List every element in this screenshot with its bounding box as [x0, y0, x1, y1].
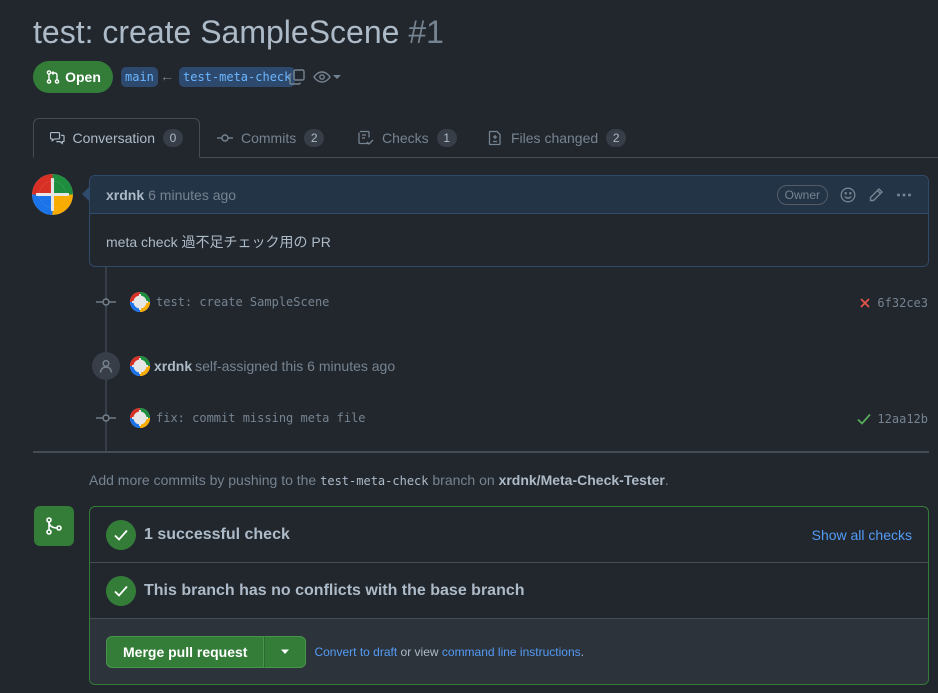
timeline-commit-row: test: create SampleScene [130, 292, 329, 312]
avatar[interactable] [130, 356, 150, 376]
comment-body: meta check 過不足チェック用の PR [106, 234, 331, 250]
commit-sha-row: 12aa12b [857, 412, 928, 426]
push-info-text: Add more commits by pushing to the test-… [89, 472, 669, 488]
info-branch: test-meta-check [320, 474, 429, 488]
tab-commits[interactable]: Commits 2 [201, 118, 340, 158]
tab-checks[interactable]: Checks 1 [342, 118, 473, 158]
info-suffix: . [664, 472, 669, 488]
show-all-checks-link[interactable]: Show all checks [812, 527, 912, 543]
commit-sha[interactable]: 6f32ce3 [877, 296, 928, 310]
tab-counter: 0 [163, 129, 183, 147]
git-commit-icon [96, 298, 116, 306]
or-view-text: or view [400, 644, 439, 659]
checks-summary-label: 1 successful check [144, 525, 290, 543]
triangle-down-icon [281, 649, 290, 654]
tab-counter: 2 [606, 129, 627, 147]
commit-message[interactable]: test: create SampleScene [156, 295, 329, 309]
commit-sha-row: 6f32ce3 [859, 296, 928, 310]
pr-state-label: Open [65, 69, 101, 85]
merge-pull-request-button[interactable]: Merge pull request [106, 635, 265, 668]
avatar[interactable] [32, 174, 73, 215]
tab-label: Conversation [72, 130, 156, 146]
timeline-commit-row: fix: commit missing meta file [130, 408, 366, 428]
file-diff-icon [488, 130, 501, 146]
pr-number: #1 [408, 14, 444, 50]
smiley-icon[interactable] [840, 187, 856, 203]
merge-box: 1 successful check Show all checks This … [89, 506, 929, 685]
tab-label: Commits [241, 130, 297, 146]
copy-icon[interactable] [288, 68, 306, 86]
check-icon [114, 585, 128, 597]
checks-summary-row[interactable]: 1 successful check Show all checks [90, 507, 928, 563]
caret-down-icon [333, 75, 341, 79]
pr-title-row: test: create SampleScene #1 [33, 14, 444, 51]
kebab-horizontal-icon[interactable] [896, 187, 912, 203]
git-merge-icon [46, 517, 62, 535]
event-text: self-assigned this 6 minutes ago [195, 358, 396, 374]
base-branch-label[interactable]: main [121, 67, 158, 87]
x-icon[interactable] [859, 297, 871, 309]
event-actor[interactable]: xrdnk [154, 358, 192, 374]
comment-header: xrdnk 6 minutes ago Owner [90, 176, 928, 214]
check-icon [114, 529, 128, 541]
merge-alt-actions: Convert to draft or view command line in… [314, 645, 584, 659]
tab-files-changed[interactable]: Files changed 2 [471, 118, 642, 158]
person-icon [99, 360, 113, 373]
git-pull-request-icon [46, 70, 60, 84]
info-middle: branch on [432, 472, 495, 488]
check-circle [106, 575, 136, 606]
checklist-icon [358, 130, 374, 145]
merge-actions: Merge pull request Convert to draft or v… [90, 619, 928, 684]
check-icon[interactable] [857, 413, 872, 425]
command-line-instructions-link[interactable]: command line instructions [442, 645, 581, 659]
watch-dropdown[interactable] [313, 69, 343, 85]
tab-counter: 2 [304, 129, 325, 147]
tab-label: Checks [382, 130, 429, 146]
timeline-divider [33, 451, 929, 453]
convert-to-draft-link[interactable]: Convert to draft [314, 645, 397, 659]
conflicts-row: This branch has no conflicts with the ba… [90, 563, 928, 619]
tab-counter: 1 [436, 129, 457, 147]
conflicts-label: This branch has no conflicts with the ba… [144, 581, 525, 599]
arrow-left-icon: ← [160, 68, 174, 84]
head-branch-label[interactable]: test-meta-check [179, 67, 296, 87]
commit-message[interactable]: fix: commit missing meta file [156, 411, 366, 425]
eye-icon [313, 71, 331, 83]
check-circle [106, 519, 136, 550]
pencil-icon[interactable] [868, 187, 884, 203]
timeline-event-row: xrdnk self-assigned this 6 minutes ago [130, 356, 395, 376]
tab-label: Files changed [511, 130, 599, 146]
person-badge [92, 352, 120, 380]
merge-method-dropdown[interactable] [264, 635, 307, 668]
avatar[interactable] [130, 408, 150, 428]
pr-title: test: create SampleScene [33, 14, 400, 50]
comment-author[interactable]: xrdnk [106, 187, 144, 203]
git-commit-icon [217, 134, 233, 142]
pr-description-comment: xrdnk 6 minutes ago Owner meta check 過不足… [89, 175, 929, 267]
commit-sha[interactable]: 12aa12b [877, 412, 928, 426]
info-prefix: Add more commits by pushing to the [89, 472, 317, 488]
period-text: . [580, 644, 584, 659]
merge-status-icon-box [34, 506, 74, 546]
comment-time[interactable]: 6 minutes ago [148, 187, 236, 203]
info-repo[interactable]: xrdnk/Meta-Check-Tester [499, 472, 665, 488]
tab-conversation[interactable]: Conversation 0 [33, 118, 200, 158]
git-commit-icon [96, 414, 116, 422]
owner-badge: Owner [776, 185, 828, 205]
comment-discussion-icon [50, 131, 65, 145]
avatar[interactable] [130, 292, 150, 312]
pr-state-badge: Open [33, 61, 113, 93]
